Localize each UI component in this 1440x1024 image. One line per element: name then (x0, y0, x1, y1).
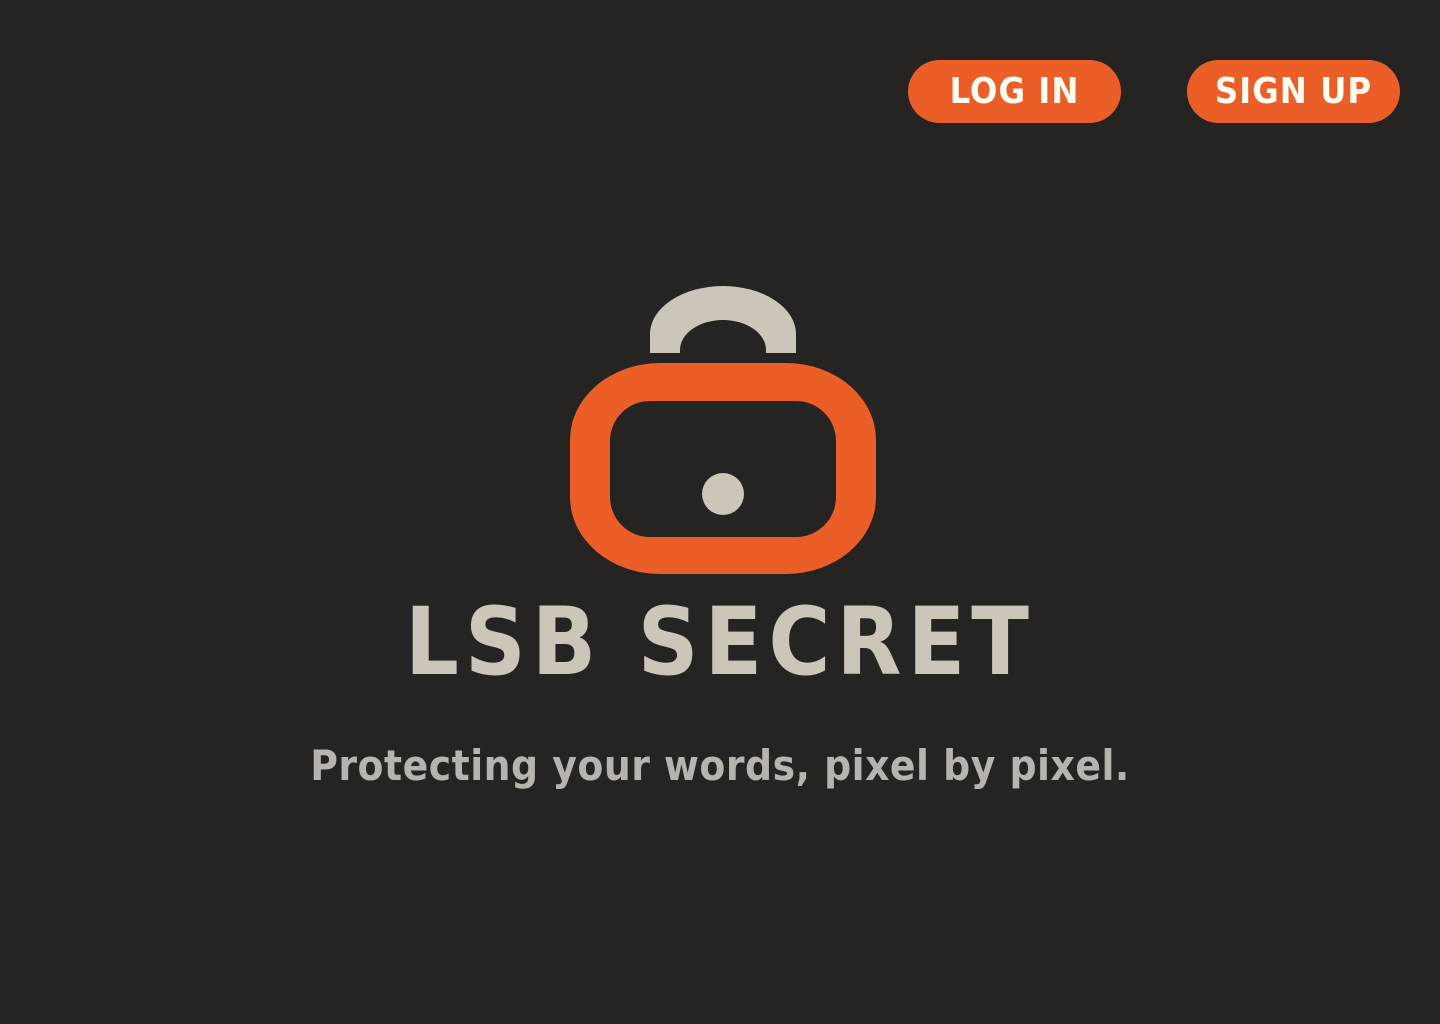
padlock-shackle (650, 286, 796, 353)
padlock-body (570, 363, 876, 574)
login-button[interactable]: LOG IN (908, 60, 1121, 123)
app-logo (570, 284, 876, 578)
padlock-keyhole (702, 473, 744, 515)
signup-button[interactable]: SIGN UP (1187, 60, 1400, 123)
padlock-icon (570, 286, 876, 574)
brand-title: LSB SECRET (404, 588, 1035, 697)
tagline: Protecting your words, pixel by pixel. (310, 741, 1130, 790)
